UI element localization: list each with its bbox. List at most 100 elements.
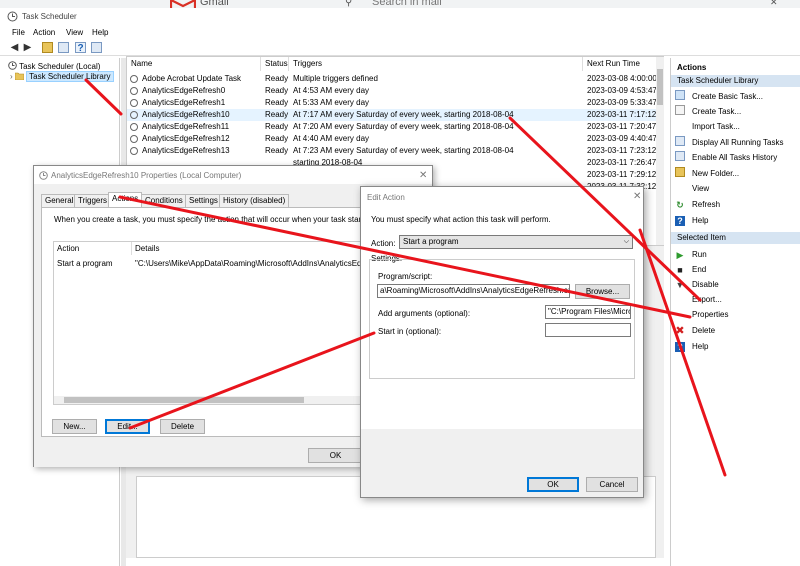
chevron-down-icon[interactable]: ⌵: [624, 236, 629, 248]
new-action-button[interactable]: New...: [52, 419, 97, 434]
program-script-input[interactable]: a\Roaming\Microsoft\AddIns\AnalyticsEdge…: [377, 284, 570, 298]
clock-icon: [130, 123, 138, 131]
section-selected-item[interactable]: Selected Item: [671, 232, 800, 244]
action-new-folder[interactable]: New Folder...: [675, 166, 739, 181]
create-basic-task-icon: [675, 90, 685, 100]
arguments-input[interactable]: "C:\Program Files\Micro: [545, 305, 631, 319]
tab-actions[interactable]: Actions: [108, 192, 143, 207]
gmail-search-input[interactable]: Search in mail: [372, 0, 442, 8]
help-icon: ?: [675, 342, 685, 352]
task-triggers: At 7:23 AM every Saturday of every week,…: [293, 146, 514, 155]
edit-action-description: You must specify what action this task w…: [371, 215, 551, 224]
action-export[interactable]: Export...: [675, 292, 722, 307]
action-delete[interactable]: ✖ Delete: [675, 323, 715, 338]
column-header-triggers[interactable]: Triggers: [289, 57, 583, 71]
show-hide-pane-icon[interactable]: [58, 42, 69, 53]
grid-header-details[interactable]: Details: [132, 242, 364, 255]
table-row[interactable]: AnalyticsEdgeRefresh11 Ready At 7:20 AM ev…: [127, 121, 663, 133]
help-icon[interactable]: ?: [75, 42, 86, 54]
grid-cell-action[interactable]: Start a program: [57, 259, 113, 268]
task-next-run: 2023-03-09 5:33:47 A: [587, 98, 664, 107]
console-view-icon[interactable]: [91, 42, 102, 53]
action-enable-history[interactable]: Enable All Tasks History: [675, 150, 777, 165]
close-icon[interactable]: ✕: [770, 0, 778, 8]
task-name: AnalyticsEdgeRefresh11: [142, 122, 230, 131]
action-import-task[interactable]: Import Task...: [675, 119, 740, 134]
close-icon[interactable]: ✕: [419, 170, 427, 181]
action-disable[interactable]: ▼ Disable: [675, 277, 719, 292]
dialog-title: Edit Action: [367, 193, 405, 202]
tab-settings[interactable]: Settings: [185, 194, 222, 207]
delete-icon: ✖: [675, 325, 685, 337]
history-icon: [675, 151, 685, 161]
browse-button[interactable]: Browse...: [575, 284, 630, 299]
tab-conditions[interactable]: Conditions: [141, 194, 187, 207]
table-row[interactable]: AnalyticsEdgeRefresh12 Ready At 4:40 AM ev…: [127, 133, 663, 145]
tab-history[interactable]: History (disabled): [219, 194, 290, 207]
folder-up-icon[interactable]: [42, 42, 53, 53]
action-help-library[interactable]: ? Help: [675, 213, 708, 228]
action-refresh[interactable]: ↻ Refresh: [675, 197, 720, 212]
action-type-select[interactable]: Start a program ⌵: [399, 235, 633, 249]
action-properties[interactable]: Properties: [675, 307, 728, 322]
grid-header-action[interactable]: Action: [54, 242, 132, 255]
table-row[interactable]: AnalyticsEdgeRefresh0 Ready At 4:53 AM eve…: [127, 85, 663, 97]
menu-view[interactable]: View: [66, 28, 83, 37]
arguments-label: Add arguments (optional):: [378, 309, 471, 318]
tree-node-root[interactable]: Task Scheduler (Local): [8, 61, 100, 71]
action-view[interactable]: View: [675, 181, 709, 196]
menu-bar: File Action View Help: [0, 26, 800, 40]
scrollbar-thumb[interactable]: [657, 69, 663, 105]
menu-file[interactable]: File: [12, 28, 25, 37]
clock-icon: [39, 171, 48, 180]
tab-general[interactable]: General: [41, 194, 78, 207]
clock-icon: [130, 111, 138, 119]
cancel-button[interactable]: Cancel: [586, 477, 638, 492]
task-list-scrollbar[interactable]: [656, 57, 664, 245]
task-status: Ready: [265, 86, 289, 95]
program-label: Program/script:: [378, 272, 433, 281]
start-in-label: Start in (optional):: [378, 327, 442, 336]
search-icon[interactable]: ⚲: [345, 0, 352, 8]
action-run[interactable]: ▶ Run: [675, 247, 707, 262]
action-help-selected[interactable]: ? Help: [675, 339, 708, 354]
column-header-status[interactable]: Status: [261, 57, 289, 71]
stop-icon: ■: [677, 265, 683, 275]
ok-button[interactable]: OK: [308, 448, 363, 463]
chevron-right-icon[interactable]: ›: [10, 72, 13, 81]
section-task-scheduler-library[interactable]: Task Scheduler Library: [671, 75, 800, 87]
action-create-task[interactable]: Create Task...: [675, 104, 741, 119]
toolbar: ◀ ▶ ?: [0, 40, 800, 56]
action-display-running-tasks[interactable]: Display All Running Tasks: [675, 135, 783, 150]
back-arrow-icon[interactable]: ◀: [9, 42, 20, 53]
action-end[interactable]: ■ End: [675, 262, 706, 277]
table-row[interactable]: AnalyticsEdgeRefresh1 Ready At 5:33 AM eve…: [127, 97, 663, 109]
scrollbar-thumb[interactable]: [64, 397, 304, 403]
ok-button[interactable]: OK: [527, 477, 579, 492]
menu-action[interactable]: Action: [33, 28, 55, 37]
grid-cell-details[interactable]: "C:\Users\Mike\AppData\Roaming\Microsoft…: [135, 259, 370, 268]
help-icon: ?: [675, 216, 685, 226]
task-status: Ready: [265, 98, 289, 107]
start-in-input[interactable]: [545, 323, 631, 337]
tab-triggers[interactable]: Triggers: [74, 194, 112, 207]
task-next-run: 2023-03-09 4:53:47 A: [587, 86, 664, 95]
edit-action-button[interactable]: Edit...: [105, 419, 150, 434]
tree-node-root-label: Task Scheduler (Local): [19, 62, 101, 71]
close-icon[interactable]: ✕: [633, 191, 641, 202]
task-triggers: At 7:20 AM every Saturday of every week,…: [293, 122, 514, 131]
table-row[interactable]: AnalyticsEdgeRefresh13 Ready At 7:23 AM ev…: [127, 145, 663, 157]
edit-action-dialog: Edit Action ✕ You must specify what acti…: [360, 186, 644, 498]
tree-node-library[interactable]: › Task Scheduler Library: [10, 71, 114, 82]
table-row[interactable]: AnalyticsEdgeRefresh10 Ready At 7:17 AM ev…: [127, 109, 663, 121]
menu-help[interactable]: Help: [92, 28, 108, 37]
run-icon: ▶: [676, 250, 684, 260]
task-name: AnalyticsEdgeRefresh12: [142, 134, 230, 143]
column-header-next-run[interactable]: Next Run Time: [583, 57, 663, 71]
forward-arrow-icon[interactable]: ▶: [22, 42, 33, 53]
action-create-basic-task[interactable]: Create Basic Task...: [675, 89, 763, 104]
table-row[interactable]: Adobe Acrobat Update Task Ready Multiple t…: [127, 73, 663, 85]
grid-horizontal-scrollbar[interactable]: [54, 396, 362, 404]
column-header-name[interactable]: Name: [127, 57, 261, 71]
delete-action-button[interactable]: Delete: [160, 419, 205, 434]
